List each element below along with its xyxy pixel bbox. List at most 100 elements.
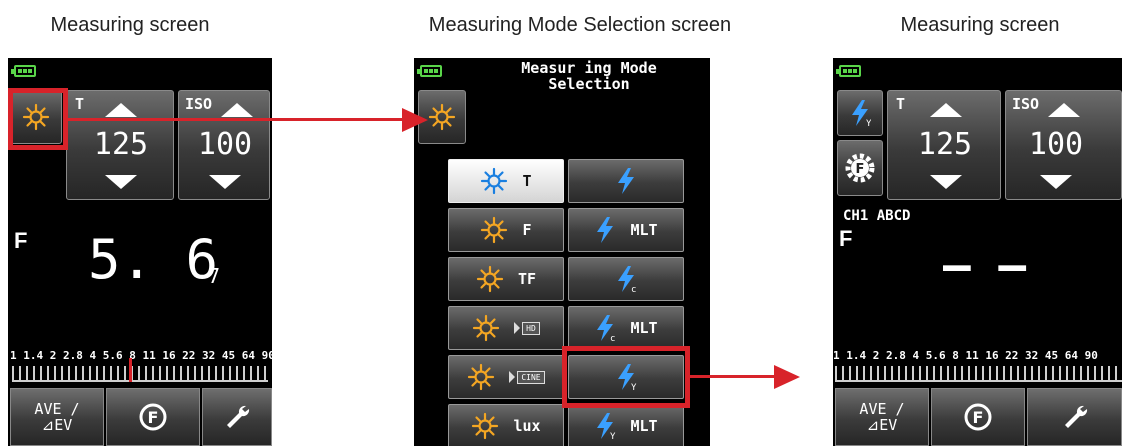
t-label: T [896, 95, 906, 113]
mode-label: MLT [630, 417, 658, 435]
aperture-ruler [12, 366, 268, 382]
settings-button[interactable] [1027, 388, 1122, 446]
mode-flash-1[interactable] [568, 159, 684, 203]
mode-label: MLT [630, 319, 658, 337]
mode-label: lux [513, 417, 541, 435]
f-label: F [839, 226, 853, 251]
channel-info: CH1 ABCD [843, 208, 911, 224]
function-icon: F [964, 403, 992, 431]
ave-ev-button[interactable]: AVE / ⊿EV [10, 388, 104, 446]
mode-label: F [522, 221, 532, 239]
flash-icon: c [618, 266, 636, 293]
f-value: 5. 6 [88, 228, 219, 291]
mode-ambient-6[interactable]: lux [448, 404, 564, 446]
mode-label: MLT [630, 221, 658, 239]
chevron-up-icon[interactable] [105, 101, 137, 117]
function-button[interactable]: F [106, 388, 200, 446]
ave-ev-button[interactable]: AVE / ⊿EV [835, 388, 929, 446]
mode-flash-4[interactable]: c MLT [568, 306, 684, 350]
aperture-scale: 1 1.4 2 2.8 4 5.6 8 11 16 22 32 45 64 90 [833, 349, 1098, 362]
mode-label: TF [517, 270, 537, 288]
mode-ambient-2[interactable]: F [448, 208, 564, 252]
function-f-button[interactable]: F [837, 140, 883, 196]
chevron-up-icon[interactable] [930, 101, 962, 117]
svg-text:Y: Y [610, 432, 616, 440]
f-value: – – [943, 238, 1027, 292]
function-icon: F [139, 403, 167, 431]
arrow-to-result-line [690, 375, 776, 378]
shutter-speed-control[interactable]: T 125 [66, 90, 174, 200]
flash-icon [618, 168, 634, 194]
chevron-down-icon[interactable] [105, 175, 137, 191]
function-button[interactable]: F [931, 388, 1025, 446]
arrow-to-result-head [774, 365, 800, 389]
ave-label: AVE / [34, 400, 80, 418]
flash-icon [597, 217, 614, 243]
title-line-1: Measur ing Mode [521, 59, 657, 77]
sun-icon [468, 363, 495, 391]
f-label: F [14, 228, 28, 253]
chevron-up-icon[interactable] [221, 101, 253, 117]
video-mode-icon: HD [514, 321, 540, 335]
highlight-selected-mode [562, 346, 690, 408]
arrow-to-selection-line [68, 118, 404, 121]
measuring-screen-right: Y F T 125 ISO 100 CH1 ABCD F – – 1 1.4 2… [833, 58, 1122, 446]
caption-right: Measuring screen [900, 14, 1060, 36]
ev-label: ⊿EV [41, 416, 73, 434]
ruler-pointer [129, 358, 132, 382]
chevron-down-icon[interactable] [1040, 175, 1072, 191]
svg-text:F: F [148, 408, 159, 427]
chevron-down-icon[interactable] [930, 175, 962, 191]
svg-text:c: c [610, 334, 615, 342]
wrench-icon [227, 405, 250, 428]
flash-icon: c [597, 315, 616, 342]
flash-icon: Y [597, 413, 616, 440]
wrench-icon [1064, 405, 1087, 428]
svg-text:Y: Y [866, 119, 871, 127]
mode-flash-2[interactable]: MLT [568, 208, 684, 252]
mode-flash-6[interactable]: Y MLT [568, 404, 684, 446]
gear-f-icon: F [845, 153, 875, 183]
caption-left: Measuring screen [50, 14, 210, 36]
ave-label: AVE / [859, 400, 905, 418]
flash-radio-icon: Y [852, 100, 871, 127]
screen-title: Measur ing Mode Selection [474, 60, 704, 92]
iso-control[interactable]: ISO 100 [178, 90, 270, 200]
mode-flash-3[interactable]: c [568, 257, 684, 301]
aperture-scale: 1 1.4 2 2.8 4 5.6 8 11 16 22 32 45 64 90 [10, 349, 272, 362]
chevron-down-icon[interactable] [209, 175, 241, 191]
svg-text:F: F [856, 162, 865, 177]
sun-icon [472, 412, 499, 440]
mode-ambient-5[interactable]: CINE [448, 355, 564, 399]
sun-icon [481, 167, 508, 195]
shutter-value: 125 [93, 127, 149, 162]
aperture-ruler [835, 366, 1122, 382]
sun-icon [481, 216, 508, 244]
highlight-mode-button [8, 88, 68, 150]
shutter-speed-control[interactable]: T 125 [887, 90, 1001, 200]
svg-text:F: F [973, 408, 984, 427]
measuring-mode-button[interactable]: Y [837, 90, 883, 136]
iso-label: ISO [185, 95, 213, 113]
mode-ambient-4[interactable]: HD [448, 306, 564, 350]
settings-button[interactable] [202, 388, 272, 446]
t-label: T [75, 95, 85, 113]
mode-ambient-1[interactable]: T [448, 159, 564, 203]
iso-value: 100 [1028, 127, 1084, 162]
video-mode-icon: CINE [509, 370, 545, 384]
battery-icon [836, 65, 861, 77]
ev-label: ⊿EV [866, 416, 898, 434]
title-line-2: Selection [548, 75, 630, 93]
battery-icon [11, 65, 36, 77]
iso-control[interactable]: ISO 100 [1005, 90, 1122, 200]
svg-text:c: c [631, 285, 636, 293]
mode-ambient-3[interactable]: TF [448, 257, 564, 301]
shutter-value: 125 [917, 127, 973, 162]
sun-icon [473, 314, 500, 342]
chevron-up-icon[interactable] [1048, 101, 1080, 117]
caption-middle: Measuring Mode Selection screen [428, 14, 732, 36]
iso-value: 100 [197, 127, 253, 162]
sun-icon [476, 265, 504, 293]
f-subvalue: 7 [208, 264, 221, 288]
mode-label: T [522, 172, 532, 190]
